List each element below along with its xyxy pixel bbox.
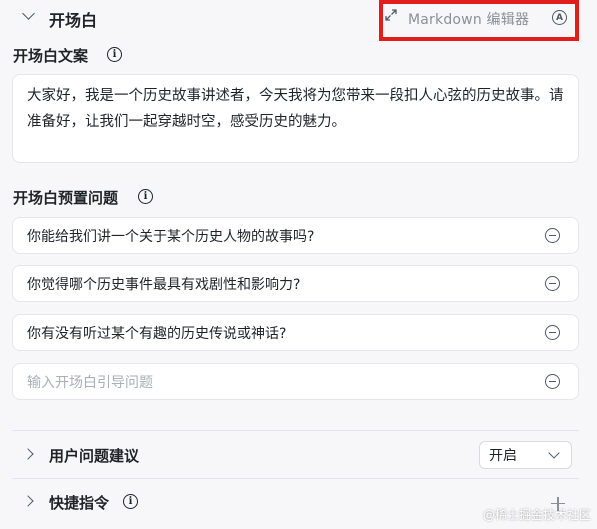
expand-icon[interactable] xyxy=(384,8,398,22)
preset-question-input[interactable]: 输入开场白引导问题 xyxy=(12,363,579,400)
section-title: 开场白 xyxy=(49,11,98,30)
preset-question-text[interactable]: 你能给我们讲一个关于某个历史人物的故事吗? xyxy=(27,226,314,246)
chevron-down-icon xyxy=(548,447,560,459)
info-icon[interactable]: i xyxy=(107,47,122,62)
chevron-right-icon[interactable] xyxy=(22,448,34,460)
user-suggestions-title: 用户问题建议 xyxy=(49,447,140,465)
info-icon[interactable]: i xyxy=(123,494,138,509)
markdown-editor-button[interactable]: Markdown 编辑器 xyxy=(408,9,529,29)
a-icon[interactable]: A xyxy=(552,10,567,25)
chevron-down-icon[interactable] xyxy=(22,7,35,20)
preset-question-text[interactable]: 你有没有听过某个有趣的历史传说或神话? xyxy=(27,323,286,343)
divider xyxy=(12,430,579,431)
preset-question-item[interactable]: 你觉得哪个历史事件最具有戏剧性和影响力? xyxy=(12,265,579,302)
remove-circle-icon[interactable] xyxy=(545,325,560,340)
chevron-right-icon[interactable] xyxy=(22,495,34,507)
opening-settings-panel: 开场白 Markdown 编辑器 A 开场白文案 i 大家好，我是一个历史故事讲… xyxy=(0,0,597,529)
preset-question-text[interactable]: 你觉得哪个历史事件最具有戏剧性和影响力? xyxy=(27,274,300,294)
watermark: @稀土掘金技术社区 xyxy=(482,508,591,522)
info-icon[interactable]: i xyxy=(138,189,153,204)
opening-text-field[interactable]: 大家好，我是一个历史故事讲述者，今天我将为您带来一段扣人心弦的历史故事。请准备好… xyxy=(12,74,579,163)
shortcuts-title: 快捷指令 xyxy=(49,494,110,512)
remove-circle-icon[interactable] xyxy=(545,276,560,291)
remove-circle-icon[interactable] xyxy=(545,228,560,243)
preset-questions-label: 开场白预置问题 xyxy=(13,189,119,207)
opening-text-label: 开场白文案 xyxy=(13,47,89,65)
divider xyxy=(12,478,579,479)
preset-question-item[interactable]: 你有没有听过某个有趣的历史传说或神话? xyxy=(12,314,579,351)
remove-circle-icon[interactable] xyxy=(545,374,560,389)
preset-question-placeholder[interactable]: 输入开场白引导问题 xyxy=(27,372,153,392)
user-suggestions-select[interactable]: 开启 xyxy=(479,441,572,469)
preset-question-item[interactable]: 你能给我们讲一个关于某个历史人物的故事吗? xyxy=(12,217,579,254)
select-value: 开启 xyxy=(489,448,517,464)
